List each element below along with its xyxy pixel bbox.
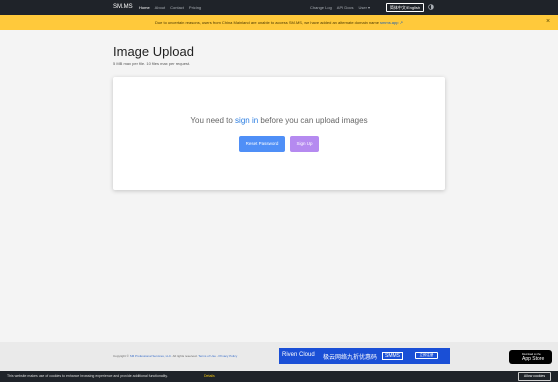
upload-card: You need to sign in before you can uploa… (113, 77, 445, 190)
main-nav: Home About Contact Pricing (139, 5, 201, 10)
sign-up-button[interactable]: Sign Up (290, 136, 319, 152)
secondary-nav: Change Log API Docs User ▾ (310, 5, 370, 10)
message-text: You need to (190, 116, 236, 125)
domain-alert: Due to uncertain reasons, users from Chi… (0, 15, 558, 30)
page-title: Image Upload (113, 44, 194, 59)
copyright-text: Copyright © SM Professional Services, LL… (113, 354, 237, 358)
ad-code-tag: SMMS (382, 352, 403, 360)
ad-brand: Riven Cloud (282, 352, 315, 358)
nav-user-dropdown[interactable]: User ▾ (358, 5, 370, 10)
brand-logo[interactable]: SM.MS (113, 4, 133, 10)
cookie-details-link[interactable]: Details (204, 374, 215, 378)
sign-in-link[interactable]: sign in (235, 116, 258, 125)
upload-limits: 5 MB max per file. 10 files max per requ… (113, 61, 191, 66)
close-icon[interactable]: × (546, 18, 550, 26)
cookie-bar: This website makes use of cookies to enh… (0, 371, 558, 382)
allow-cookies-button[interactable]: Allow cookies (518, 372, 551, 381)
nav-pricing[interactable]: Pricing (189, 5, 201, 10)
rights-text: . All rights reserved. (171, 354, 199, 358)
company-link[interactable]: SM Professional Services, LLC (130, 354, 171, 358)
alert-text: Due to uncertain reasons, users from Chi… (155, 20, 381, 25)
nav-contact[interactable]: Contact (170, 5, 184, 10)
moon-icon[interactable] (428, 4, 434, 10)
ad-register-button[interactable]: 立即注册 (415, 352, 438, 359)
language-button[interactable]: 简体中文/English (386, 3, 424, 12)
ad-text: 极云网络九折优惠码 (323, 355, 378, 361)
message-text-end: before you can upload images (258, 116, 368, 125)
sign-in-message: You need to sign in before you can uploa… (113, 116, 445, 125)
nav-home[interactable]: Home (139, 5, 150, 10)
footer: Copyright © SM Professional Services, LL… (0, 342, 558, 371)
cookie-message: This website makes use of cookies to enh… (7, 374, 168, 378)
alternate-domain-link[interactable]: smms.app (380, 20, 398, 25)
ad-banner[interactable]: Riven Cloud 极云网络九折优惠码 SMMS 立即注册 (279, 348, 450, 364)
top-navbar: SM.MS Home About Contact Pricing Change … (0, 0, 558, 15)
appstore-big-text: App Store (522, 356, 545, 362)
nav-api-docs[interactable]: API Docs (337, 5, 354, 10)
privacy-link[interactable]: Privacy Policy (219, 354, 238, 358)
alert-message: Due to uncertain reasons, users from Chi… (0, 20, 558, 25)
reset-password-button[interactable]: Reset Password (239, 136, 285, 152)
external-link-icon: ↗ (399, 20, 403, 25)
copyright-prefix: Copyright © (113, 354, 130, 358)
nav-change-log[interactable]: Change Log (310, 5, 332, 10)
terms-link[interactable]: Terms of Use (198, 354, 216, 358)
nav-about[interactable]: About (155, 5, 165, 10)
app-store-badge[interactable]: Download on the App Store (509, 350, 552, 364)
